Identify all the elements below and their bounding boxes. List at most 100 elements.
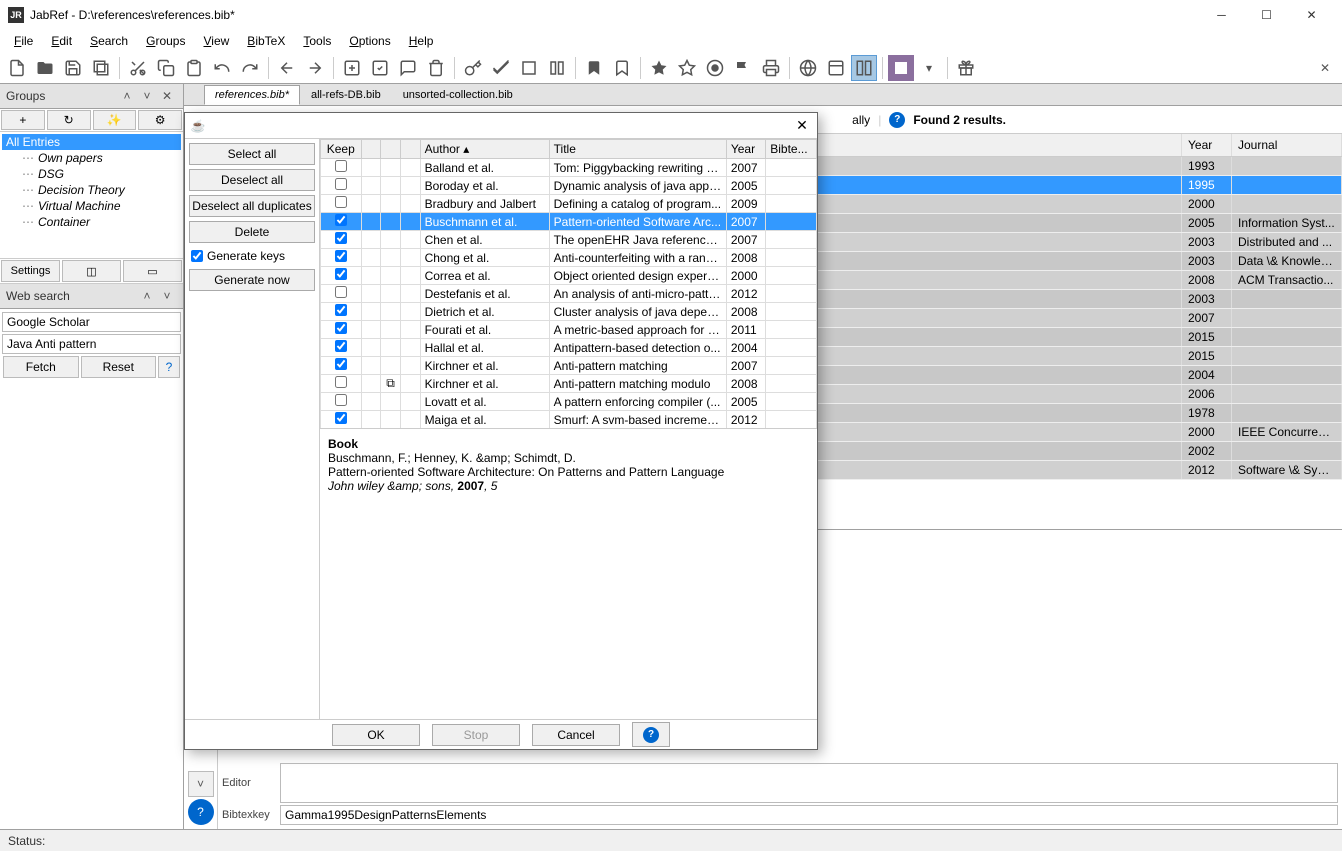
- keep-checkbox[interactable]: [335, 304, 347, 316]
- redo-icon[interactable]: [237, 55, 263, 81]
- tab-1[interactable]: all-refs-DB.bib: [300, 85, 392, 105]
- open-icon[interactable]: [32, 55, 58, 81]
- import-row[interactable]: Hallal et al.Antipattern-based detection…: [321, 339, 817, 357]
- import-row[interactable]: Bradbury and JalbertDefining a catalog o…: [321, 195, 817, 213]
- keep-checkbox[interactable]: [335, 232, 347, 244]
- close-toolbar-icon[interactable]: ✕: [1312, 55, 1338, 81]
- maximize-button[interactable]: ☐: [1244, 0, 1289, 30]
- ok-button[interactable]: OK: [332, 724, 420, 746]
- keep-checkbox[interactable]: [335, 214, 347, 226]
- import-row[interactable]: Fourati et al.A metric-based approach fo…: [321, 321, 817, 339]
- menu-options[interactable]: Options: [341, 32, 398, 50]
- tree-item[interactable]: Decision Theory: [2, 182, 181, 198]
- mark-entries-icon[interactable]: [544, 55, 570, 81]
- save-icon[interactable]: [60, 55, 86, 81]
- import-row[interactable]: Balland et al.Tom: Piggybacking rewritin…: [321, 159, 817, 177]
- keep-checkbox[interactable]: [335, 178, 347, 190]
- bookmark-outline-icon[interactable]: [609, 55, 635, 81]
- undo-icon[interactable]: [209, 55, 235, 81]
- cancel-button[interactable]: Cancel: [532, 724, 620, 746]
- editor-help-icon[interactable]: ?: [188, 799, 214, 825]
- keep-checkbox[interactable]: [335, 340, 347, 352]
- add-group-button[interactable]: +: [1, 110, 45, 130]
- auto-group-button[interactable]: ✨: [93, 110, 137, 130]
- help-icon[interactable]: ?: [158, 356, 180, 378]
- tab-2[interactable]: unsorted-collection.bib: [392, 85, 524, 105]
- prev-entry-icon[interactable]: ˅: [188, 771, 214, 797]
- dialog-help-icon[interactable]: ?: [632, 722, 670, 747]
- back-icon[interactable]: [274, 55, 300, 81]
- tree-all-entries[interactable]: All Entries: [2, 134, 181, 150]
- close-button[interactable]: ✕: [1289, 0, 1334, 30]
- tree-item[interactable]: DSG: [2, 166, 181, 182]
- ws-down-icon[interactable]: ˅: [157, 287, 177, 305]
- import-row[interactable]: Chen et al.The openEHR Java reference i.…: [321, 231, 817, 249]
- preview-icon[interactable]: [823, 55, 849, 81]
- results-help-icon[interactable]: ?: [889, 112, 905, 128]
- import-row[interactable]: ⧉Kirchner et al.Anti-pattern matching mo…: [321, 375, 817, 393]
- pin-button[interactable]: ◫: [62, 260, 121, 282]
- tab-0[interactable]: references.bib*: [204, 85, 300, 105]
- deselect-dups-button[interactable]: Deselect all duplicates: [189, 195, 315, 217]
- gift-icon[interactable]: [953, 55, 979, 81]
- menu-file[interactable]: File: [6, 32, 41, 50]
- toggle-groups-icon[interactable]: [851, 55, 877, 81]
- menu-groups[interactable]: Groups: [138, 32, 193, 50]
- keep-checkbox[interactable]: [335, 250, 347, 262]
- minimize-button[interactable]: ─: [1199, 0, 1244, 30]
- reset-button[interactable]: Reset: [81, 356, 157, 378]
- tree-item[interactable]: Own papers: [2, 150, 181, 166]
- import-row[interactable]: Correa et al.Object oriented design expe…: [321, 267, 817, 285]
- search-engine-select[interactable]: Google Scholar: [2, 312, 181, 332]
- delete-button[interactable]: Delete: [189, 221, 315, 243]
- new-entry-icon[interactable]: [339, 55, 365, 81]
- star-icon[interactable]: [646, 55, 672, 81]
- import-row[interactable]: Chong et al.Anti-counterfeiting with a r…: [321, 249, 817, 267]
- refresh-group-button[interactable]: ↻: [47, 110, 91, 130]
- import-row[interactable]: Kirchner et al.Anti-pattern matching2007: [321, 357, 817, 375]
- menu-view[interactable]: View: [195, 32, 237, 50]
- cleanup-icon[interactable]: [488, 55, 514, 81]
- collapse-up-icon[interactable]: ˄: [117, 87, 137, 105]
- keep-checkbox[interactable]: [335, 358, 347, 370]
- collapse-down-icon[interactable]: ˅: [137, 87, 157, 105]
- edit-entry-icon[interactable]: [367, 55, 393, 81]
- menu-tools[interactable]: Tools: [295, 32, 339, 50]
- bookmark-icon[interactable]: [581, 55, 607, 81]
- print-icon[interactable]: [758, 55, 784, 81]
- generate-keys-checkbox[interactable]: Generate keys: [189, 247, 315, 265]
- fetch-button[interactable]: Fetch: [3, 356, 79, 378]
- search-query-input[interactable]: [2, 334, 181, 354]
- import-row[interactable]: Boroday et al.Dynamic analysis of java a…: [321, 177, 817, 195]
- close-panel-icon[interactable]: ✕: [157, 87, 177, 105]
- star2-icon[interactable]: [674, 55, 700, 81]
- col-year[interactable]: Year: [726, 140, 765, 159]
- copy-icon[interactable]: [153, 55, 179, 81]
- flag-icon[interactable]: [730, 55, 756, 81]
- new-db-icon[interactable]: [4, 55, 30, 81]
- import-row[interactable]: Buschmann et al.Pattern-oriented Softwar…: [321, 213, 817, 231]
- keep-checkbox[interactable]: [335, 286, 347, 298]
- col-title[interactable]: Title: [549, 140, 726, 159]
- priority-icon[interactable]: [702, 55, 728, 81]
- key-icon[interactable]: [460, 55, 486, 81]
- expand-group-button[interactable]: ⚙: [138, 110, 182, 130]
- keep-checkbox[interactable]: [335, 376, 347, 388]
- dialog-close-icon[interactable]: ✕: [793, 117, 811, 134]
- menu-help[interactable]: Help: [401, 32, 442, 50]
- import-row[interactable]: Maiga et al.Smurf: A svm-based increment…: [321, 411, 817, 429]
- keep-checkbox[interactable]: [335, 268, 347, 280]
- col-bibtex[interactable]: Bibte...: [766, 140, 817, 159]
- menu-edit[interactable]: Edit: [43, 32, 80, 50]
- import-row[interactable]: Destefanis et al.An analysis of anti-mic…: [321, 285, 817, 303]
- save-all-icon[interactable]: [88, 55, 114, 81]
- import-row[interactable]: Dietrich et al.Cluster analysis of java …: [321, 303, 817, 321]
- openoffice-icon[interactable]: [516, 55, 542, 81]
- tree-item[interactable]: Container: [2, 214, 181, 230]
- editor-field[interactable]: [280, 763, 1338, 803]
- push-dropdown-icon[interactable]: ▾: [916, 55, 942, 81]
- ws-up-icon[interactable]: ˄: [137, 287, 157, 305]
- cut-icon[interactable]: [125, 55, 151, 81]
- delete-icon[interactable]: [423, 55, 449, 81]
- deselect-all-button[interactable]: Deselect all: [189, 169, 315, 191]
